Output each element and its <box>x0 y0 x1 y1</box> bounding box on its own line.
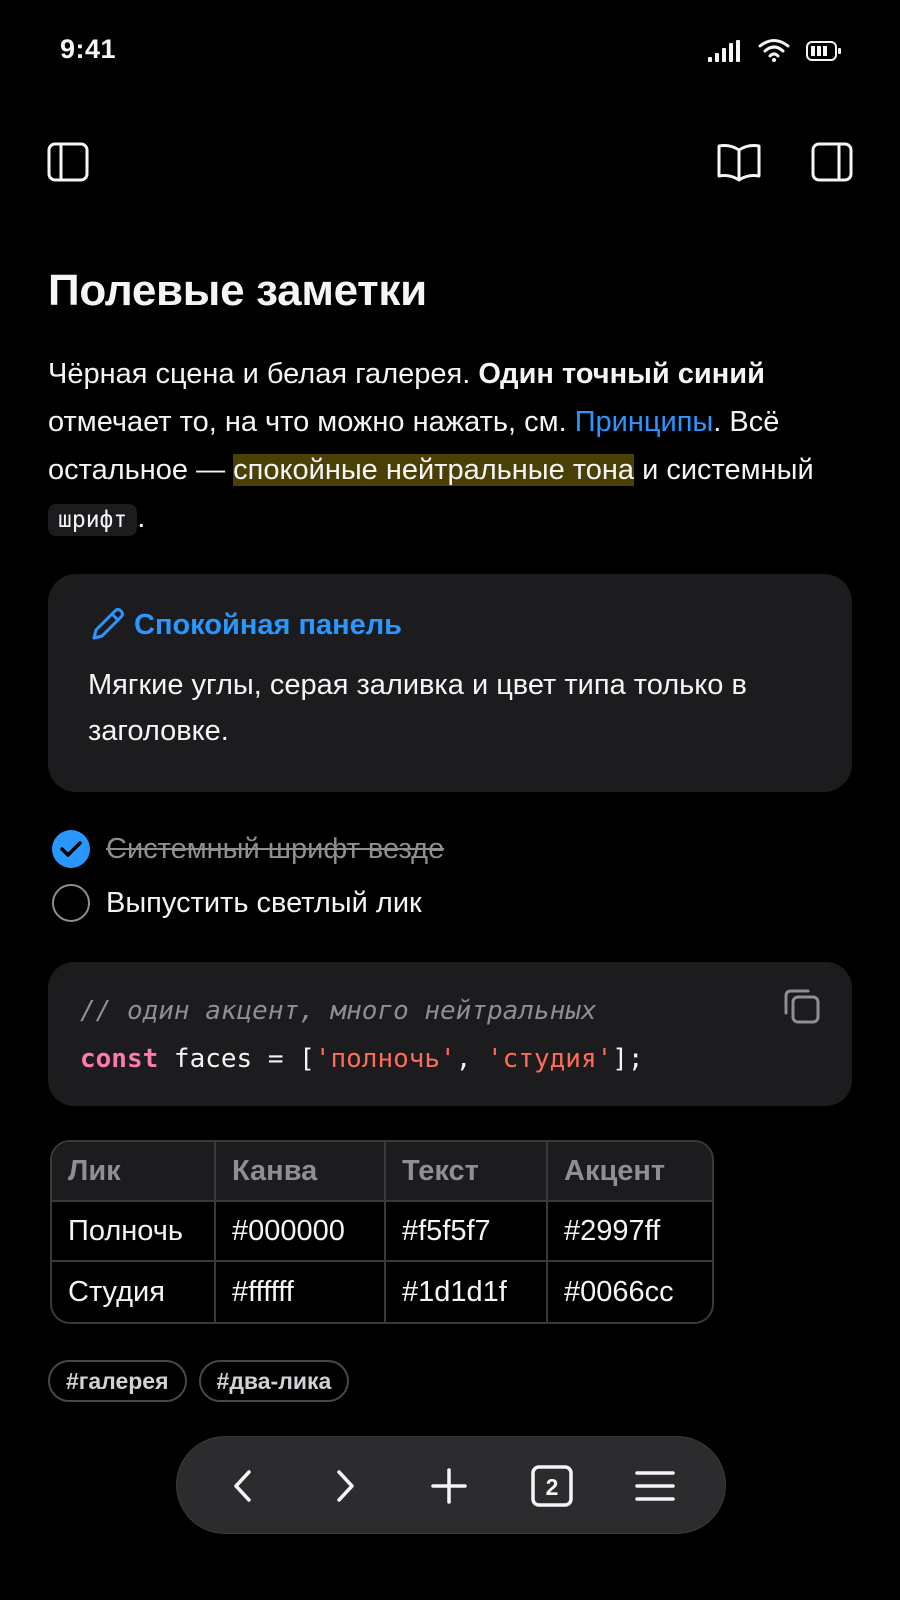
copy-button[interactable] <box>782 986 822 1033</box>
table-cell: #2997ff <box>548 1202 712 1262</box>
battery-icon <box>806 41 841 61</box>
table-cell: #000000 <box>216 1202 386 1262</box>
back-button[interactable] <box>219 1462 267 1510</box>
sidebar-toggle-button[interactable] <box>46 140 90 184</box>
new-tab-button[interactable] <box>425 1462 473 1510</box>
para-highlight: спокойные нейтральные тона <box>233 454 635 486</box>
table-header-row: Лик Канва Текст Акцент <box>52 1142 712 1202</box>
copy-icon <box>784 989 820 1024</box>
code-block: // один акцент, много нейтральных const … <box>48 962 852 1106</box>
table-header: Текст <box>386 1142 548 1202</box>
table-header: Лик <box>52 1142 216 1202</box>
intro-paragraph: Чёрная сцена и белая галерея. Один точны… <box>48 350 858 544</box>
tag-list: #галерея #два-лика <box>48 1360 350 1402</box>
checkmark-icon <box>60 841 82 857</box>
table-cell: Студия <box>52 1262 216 1322</box>
hamburger-menu-icon <box>635 1471 675 1501</box>
code-ident: faces = [ <box>158 1044 315 1074</box>
pencil-icon <box>92 608 124 640</box>
tabs-icon: 2 <box>531 1465 573 1507</box>
bottom-toolbar: 2 <box>176 1436 726 1534</box>
table-cell: #0066cc <box>564 1275 674 1308</box>
wifi-icon <box>758 39 790 62</box>
tab-count: 2 <box>546 1474 559 1500</box>
task-item[interactable]: Выпустить светлый лик <box>52 884 422 922</box>
inspector-toggle-button[interactable] <box>810 140 854 184</box>
tag-chip[interactable]: #галерея <box>48 1360 187 1402</box>
para-text-2: отмечает то, на что можно нажать, см. <box>48 406 575 438</box>
code-string: 'студия' <box>487 1044 613 1074</box>
reader-button[interactable] <box>716 140 761 184</box>
chevron-left-icon <box>234 1470 251 1502</box>
table-cell: #1d1d1f <box>386 1262 548 1322</box>
faces-table: Лик Канва Текст Акцент Полночь #000000 #… <box>50 1140 714 1324</box>
task-item[interactable]: Системный шрифт везде <box>52 830 444 868</box>
para-text-1: Чёрная сцена и белая галерея. <box>48 358 479 390</box>
table-cell: #ffffff <box>216 1262 386 1322</box>
status-time: 9:41 <box>60 34 117 64</box>
task-label: Системный шрифт везде <box>106 832 445 865</box>
sidebar-right-icon <box>811 142 853 182</box>
code-keyword: const <box>80 1044 159 1074</box>
code-line: const faces = ['полночь', 'студия']; <box>80 1044 644 1074</box>
code-end: ]; <box>612 1044 644 1074</box>
para-bold: Один точный синий <box>478 358 765 390</box>
tag-chip[interactable]: #два-лика <box>198 1360 350 1402</box>
callout-header: Спокойная панель <box>88 606 402 644</box>
callout-text: Мягкие углы, серая заливка и цвет типа т… <box>88 669 747 747</box>
forward-button[interactable] <box>321 1462 369 1510</box>
code-comment: // один акцент, много нейтральных <box>80 996 597 1026</box>
para-text-4: и системный <box>634 454 814 486</box>
table-cell: #f5f5f7 <box>386 1202 548 1262</box>
checkbox-checked[interactable] <box>52 830 90 868</box>
checkbox-unchecked[interactable] <box>52 884 90 922</box>
sidebar-left-icon <box>47 142 89 182</box>
principles-link[interactable]: Принципы <box>575 406 714 438</box>
chevron-right-icon <box>337 1470 354 1502</box>
page-title: Полевые заметки <box>48 266 427 315</box>
callout-title: Спокойная панель <box>134 608 403 641</box>
table-row: Полночь #000000 #f5f5f7 #2997ff <box>52 1202 712 1262</box>
table-header: Акцент <box>548 1142 712 1202</box>
para-text-5: . <box>137 502 146 534</box>
callout-panel: Спокойная панель Мягкие углы, серая зали… <box>48 574 852 792</box>
menu-button[interactable] <box>631 1462 679 1510</box>
book-icon <box>717 144 761 182</box>
task-label: Выпустить светлый лик <box>106 886 422 919</box>
cellular-signal-icon <box>708 40 740 62</box>
inline-code: шрифт <box>48 504 138 536</box>
tabs-button[interactable]: 2 <box>528 1462 576 1510</box>
code-separator: , <box>455 1044 488 1074</box>
status-bar: 9:41 <box>0 0 900 100</box>
plus-icon <box>431 1468 467 1504</box>
table-row: Студия #ffffff #1d1d1f #0066cc <box>52 1262 712 1322</box>
code-string: 'полночь' <box>314 1044 456 1074</box>
table-header: Канва <box>216 1142 386 1202</box>
table-cell: Полночь <box>52 1202 216 1262</box>
